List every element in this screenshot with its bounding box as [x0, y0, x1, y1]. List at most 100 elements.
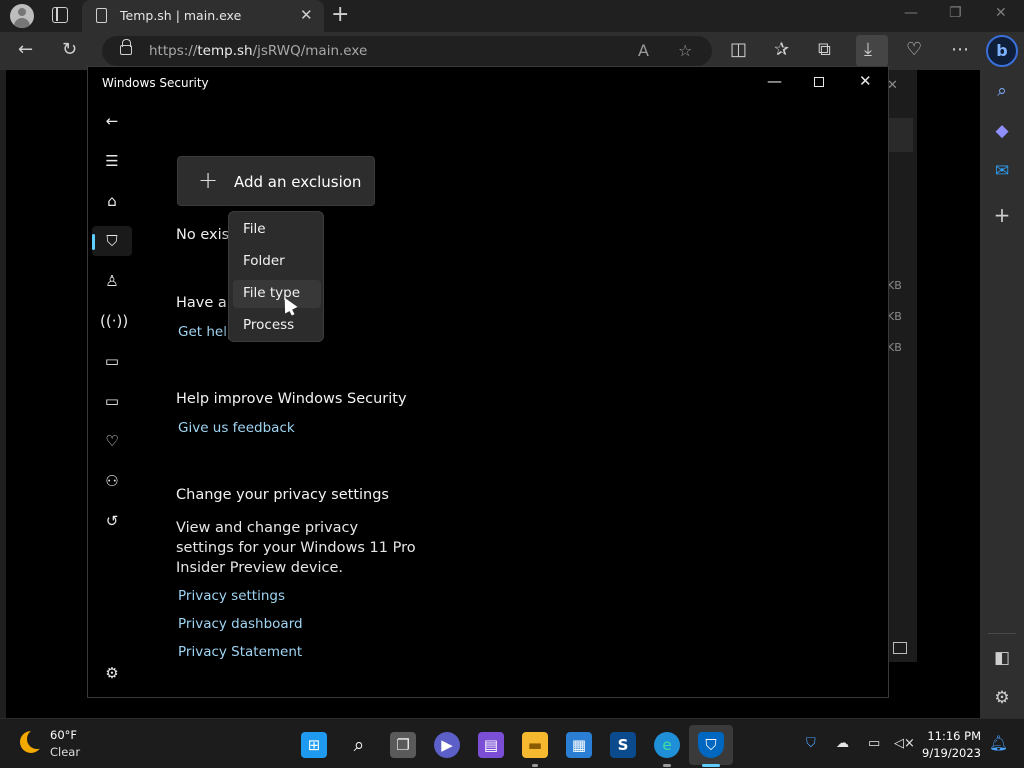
- browser-tab-strip: Temp.sh | main.exe ✕ + — ❐ ✕: [0, 0, 1024, 32]
- outlook-icon[interactable]: ✉: [980, 160, 1024, 182]
- minimize-button[interactable]: —: [767, 72, 782, 90]
- menu-item-process[interactable]: Process: [233, 312, 321, 340]
- copilot-icon[interactable]: ◆: [980, 120, 1024, 142]
- privacy-heading: Change your privacy settings: [176, 487, 389, 503]
- search-icon[interactable]: ⌕: [346, 732, 372, 758]
- maximize-button[interactable]: [814, 77, 824, 87]
- add-exclusion-label: Add an exclusion: [234, 173, 362, 191]
- task-view-icon[interactable]: ❐: [390, 732, 416, 758]
- browser-toolbar: ← ↻ https://temp.sh/jsRWQ/main.exe A ☆ ◫…: [0, 32, 1024, 70]
- nav-selected-indicator: [92, 234, 95, 250]
- clipchamp-icon[interactable]: ▤: [478, 732, 504, 758]
- app-s-icon[interactable]: S: [610, 732, 636, 758]
- download-icon: ⤓: [864, 39, 872, 60]
- sidebar-settings-icon[interactable]: ⚙: [980, 687, 1024, 709]
- address-bar[interactable]: https://temp.sh/jsRWQ/main.exe A ☆: [102, 36, 712, 66]
- clock-date[interactable]: 9/19/2023: [921, 746, 981, 760]
- weather-condition[interactable]: Clear: [50, 745, 80, 759]
- background-size-label: KB: [887, 341, 902, 354]
- downloads-button[interactable]: ⤓: [856, 35, 888, 67]
- sidebar-divider: [988, 633, 1016, 634]
- background-size-label: KB: [887, 279, 902, 292]
- back-arrow-icon[interactable]: ←: [100, 109, 124, 133]
- volume-muted-tray-icon[interactable]: ◁×: [894, 736, 915, 751]
- device-security-icon[interactable]: ▭: [100, 389, 124, 413]
- background-screen-icon: [893, 642, 907, 654]
- moon-weather-icon[interactable]: [20, 729, 47, 753]
- windows-security-shield-icon[interactable]: ⛉: [698, 732, 724, 758]
- protection-history-icon[interactable]: ↺: [100, 509, 124, 533]
- search-icon[interactable]: ⌕: [980, 80, 1024, 102]
- menu-item-file-type[interactable]: File type: [233, 280, 321, 308]
- app-browser-control-icon[interactable]: ▭: [100, 349, 124, 373]
- exclusion-type-menu: File Folder File type Process: [228, 211, 324, 342]
- privacy-dashboard-link[interactable]: Privacy dashboard: [178, 616, 303, 632]
- weather-temperature[interactable]: 60°F: [50, 728, 77, 742]
- browser-minimize-button[interactable]: —: [904, 5, 918, 21]
- performance-heart-icon[interactable]: ♡: [906, 40, 922, 60]
- add-sidebar-app-icon[interactable]: +: [980, 204, 1024, 226]
- family-options-icon[interactable]: ⚇: [100, 469, 124, 493]
- get-help-link[interactable]: Get help: [178, 324, 236, 340]
- improve-heading: Help improve Windows Security: [176, 391, 407, 407]
- teams-chat-icon[interactable]: ▶: [434, 732, 460, 758]
- add-exclusion-button[interactable]: + Add an exclusion: [177, 156, 375, 206]
- edge-sidebar: ⌕ ◆ ✉ + ◧ ⚙: [980, 70, 1024, 718]
- new-tab-button[interactable]: +: [331, 3, 349, 27]
- account-protection-icon[interactable]: ♙: [100, 269, 124, 293]
- edge-browser-icon[interactable]: e: [654, 732, 680, 758]
- more-options-icon[interactable]: ⋯: [951, 40, 969, 60]
- security-active-indicator: [702, 764, 720, 767]
- notification-bell-icon[interactable]: 🔔︎: [989, 734, 1008, 752]
- edge-running-indicator: [663, 764, 671, 767]
- home-icon[interactable]: ⌂: [100, 189, 124, 213]
- hide-sidebar-icon[interactable]: ◧: [980, 647, 1024, 669]
- background-size-label: KB: [887, 310, 902, 323]
- menu-hamburger-icon[interactable]: ☰: [100, 149, 124, 173]
- close-button[interactable]: ✕: [859, 72, 872, 90]
- plus-icon: +: [198, 166, 219, 194]
- background-page-panel: ✕ KB KB KB: [887, 70, 917, 662]
- lock-icon: [120, 39, 132, 55]
- privacy-statement-link[interactable]: Privacy Statement: [178, 644, 302, 660]
- no-exclusions-text: No exist: [176, 227, 235, 243]
- bing-copilot-button[interactable]: b: [986, 35, 1018, 67]
- taskbar: 60°F Clear ⊞ ⌕ ❐ ▶ ▤ ▬ ▦ S e ⛉ ⛉ ☁ ▭ ◁× …: [0, 718, 1024, 768]
- back-arrow-icon[interactable]: ←: [18, 40, 33, 60]
- firewall-network-icon[interactable]: ((·)): [100, 309, 128, 333]
- device-health-icon[interactable]: ♡: [100, 429, 124, 453]
- window-title: Windows Security: [102, 76, 209, 90]
- collections-icon[interactable]: ⧉: [818, 40, 831, 60]
- browser-restore-button[interactable]: ❐: [949, 5, 962, 21]
- read-aloud-icon[interactable]: A: [638, 41, 649, 60]
- split-screen-icon[interactable]: ◫: [730, 40, 747, 60]
- browser-close-button[interactable]: ✕: [995, 5, 1007, 21]
- give-feedback-link[interactable]: Give us feedback: [178, 420, 295, 436]
- privacy-description: View and change privacy settings for you…: [176, 520, 416, 576]
- onedrive-tray-icon[interactable]: ☁: [836, 736, 849, 751]
- explorer-running-indicator: [532, 764, 538, 767]
- background-bar: [887, 118, 913, 152]
- tab-actions-icon[interactable]: [52, 7, 68, 23]
- browser-tab[interactable]: Temp.sh | main.exe ✕: [82, 0, 324, 32]
- windows-security-window: Windows Security — ✕ ← ☰ ⌂ ⛉ ♙ ((·)) ▭ ▭…: [87, 66, 889, 698]
- page-icon: [96, 8, 107, 23]
- network-tray-icon[interactable]: ▭: [868, 736, 880, 751]
- defender-warning-tray-icon[interactable]: ⛉: [806, 736, 816, 751]
- menu-item-file[interactable]: File: [233, 216, 321, 244]
- shield-icon[interactable]: ⛉: [100, 229, 124, 253]
- profile-avatar[interactable]: [10, 4, 34, 28]
- microsoft-store-icon[interactable]: ▦: [566, 732, 592, 758]
- file-explorer-icon[interactable]: ▬: [522, 732, 548, 758]
- settings-gear-icon[interactable]: ⚙: [100, 661, 124, 685]
- favorite-star-icon[interactable]: ☆: [678, 41, 692, 60]
- refresh-icon[interactable]: ↻: [62, 40, 77, 60]
- tab-title: Temp.sh | main.exe: [120, 8, 242, 23]
- url-text: https://temp.sh/jsRWQ/main.exe: [149, 43, 368, 59]
- clock-time[interactable]: 11:16 PM: [925, 729, 981, 743]
- menu-item-folder[interactable]: Folder: [233, 248, 321, 276]
- favorites-icon[interactable]: ✰: [774, 40, 789, 60]
- tab-close-button[interactable]: ✕: [300, 6, 313, 24]
- start-windows-icon[interactable]: ⊞: [301, 732, 327, 758]
- privacy-settings-link[interactable]: Privacy settings: [178, 588, 285, 604]
